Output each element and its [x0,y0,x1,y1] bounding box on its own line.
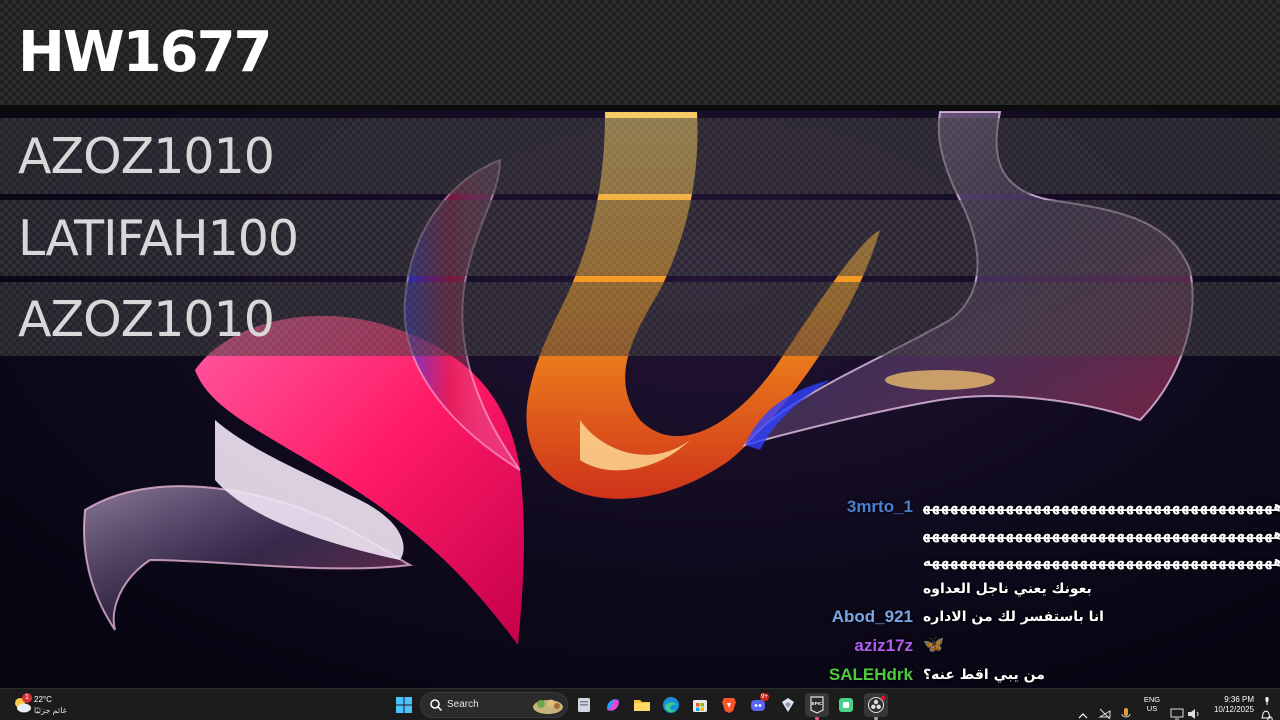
taskbar-app-copilot[interactable] [601,693,625,717]
epic-games-icon: EPIC [810,696,824,714]
app-icon [782,698,794,712]
language-code: ENG [1143,695,1161,704]
discord-badge: 9+ [760,693,769,701]
chat-text: هههههههههههههههههههههههههههههههههههههههه… [923,499,1280,515]
taskbar-app[interactable] [776,693,800,717]
taskbar-app-file-explorer[interactable] [630,693,654,717]
chevron-up-icon[interactable] [1078,700,1088,720]
chat-username: SALEHdrk [828,665,913,684]
butterfly-emoji: 🦋 [923,635,945,655]
weather-condition: غائم جزئيًا [34,706,67,715]
chat-text: هههههههههههههههههههههههههههههههههههههههه… [923,527,1280,543]
taskbar-search-box[interactable]: Search [420,692,568,718]
microphone-icon[interactable] [1120,698,1132,720]
chat-message: 3mrto_1 هههههههههههههههههههههههههههههههه… [820,496,1280,520]
chat-username: aziz17z [854,636,913,655]
store-icon [693,700,707,712]
display-icon[interactable] [1170,698,1184,720]
taskbar-app-green[interactable] [834,693,858,717]
chat-message: بعونك يعني ناجل العداوه [820,578,1280,602]
edge-icon [663,697,679,713]
taskbar-app-file[interactable] [572,693,596,717]
search-highlight-icon [533,699,563,714]
language-indicator[interactable]: ENG US [1140,695,1164,713]
brave-icon [722,698,736,713]
leaderboard-row-3: LATIFAH100 [0,200,1280,276]
chat-text: بعونك يعني ناجل العداوه [923,581,1092,597]
taskbar-app-obs[interactable] [864,693,888,720]
clock-time: 9:36 PM [1224,695,1254,704]
chat-message: ههههههههههههههههههههههههههههههههههههههه … [820,551,1280,575]
windows-start-icon [396,697,412,713]
notification-bell-icon[interactable] [1259,699,1273,720]
chat-text: ههههههههههههههههههههههههههههههههههههههه … [923,554,1280,570]
chat-text: انا باستفسر لك من الاداره [923,609,1104,625]
clock-date: 10/12/2025 [1213,705,1254,714]
app-green-icon [839,698,853,712]
volume-icon[interactable] [1186,698,1200,720]
taskbar-app-store[interactable] [688,693,712,717]
taskbar-app-brave[interactable] [717,693,741,717]
network-off-icon[interactable] [1098,698,1112,720]
taskbar-app-epic-games[interactable]: EPIC [805,693,829,720]
file-explorer-icon [634,700,650,711]
system-clock[interactable]: 9:36 PM 10/12/2025 [1200,695,1254,715]
obs-icon [868,695,886,713]
search-placeholder: Search [447,699,479,710]
chat-message: aziz17z 🦋 [820,635,1280,659]
chat-username: 3mrto_1 [846,497,913,516]
chat-text: من يبي اقط عنه؟ [923,667,1045,683]
weather-widget[interactable]: 1 22°C غائم جزئيًا [10,692,100,718]
leaderboard-row-1: HW1677 [0,0,1280,111]
chat-username: Abod_921 [831,607,913,626]
taskbar-app-edge[interactable] [659,693,683,717]
taskbar: 1 22°C غائم جزئيًا Search 9+ EPIC ENG US… [0,688,1280,720]
chat-message: Abod_921 انا باستفسر لك من الاداره [820,606,1280,630]
leaderboard-row-4: AZOZ1010 [0,282,1280,356]
copilot-icon [607,699,619,711]
chat-message: SALEHdrk من يبي اقط عنه؟ [820,664,1280,688]
start-button[interactable] [392,693,416,717]
leaderboard-row-2: AZOZ1010 [0,118,1280,194]
taskbar-app-discord[interactable]: 9+ [746,693,770,717]
chat-message: هههههههههههههههههههههههههههههههههههههههه… [820,524,1280,548]
weather-badge: 1 [22,693,32,703]
file-icon [578,698,590,712]
svg-text:EPIC: EPIC [812,701,823,706]
region-code: US [1146,704,1158,713]
weather-temperature: 22°C [34,695,52,704]
search-icon [430,699,443,712]
